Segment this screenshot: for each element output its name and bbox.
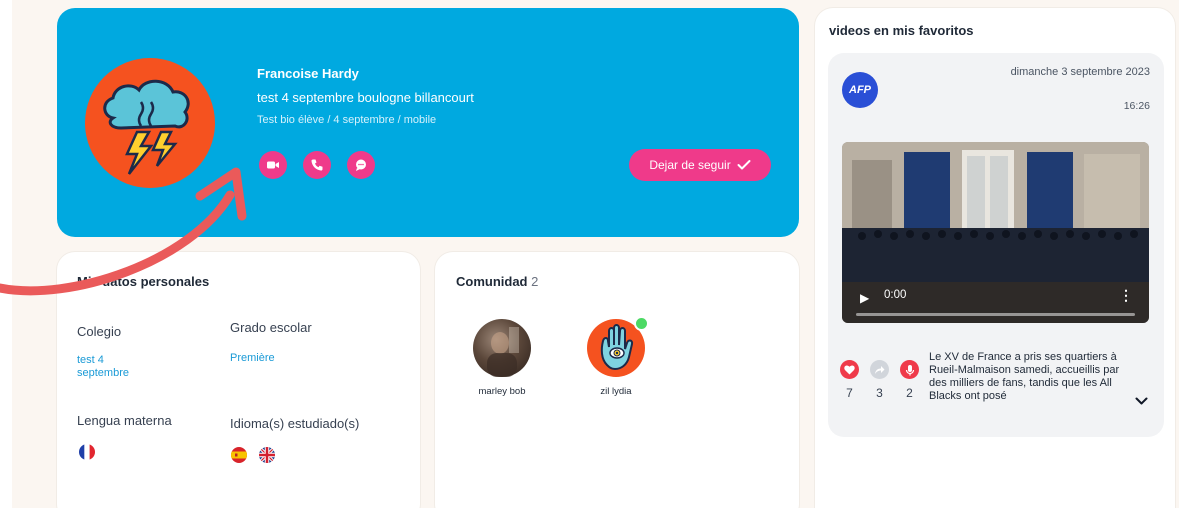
favorite-video-item: AFP dimanche 3 septembre 2023 16:26 ▶ 0:… (828, 53, 1164, 437)
grade-value: Première (230, 352, 275, 364)
phone-icon (311, 159, 323, 171)
community-count: 2 (531, 274, 539, 289)
chat-icon (356, 159, 366, 171)
play-icon[interactable]: ▶ (860, 291, 869, 305)
unfollow-button[interactable]: Dejar de seguir (629, 149, 771, 181)
personal-data-card: Mis datos personales Colegio test 4 sept… (57, 252, 420, 508)
afp-logo: AFP (842, 72, 878, 108)
french-flag-icon (79, 444, 95, 460)
school-value: test 4 septembre (77, 354, 129, 379)
like-count: 7 (846, 386, 853, 400)
video-progress-bar[interactable] (856, 313, 1135, 316)
more-options-icon[interactable]: ⋮ (1119, 287, 1133, 304)
profile-avatar (85, 58, 215, 188)
voice-count: 2 (906, 386, 913, 400)
storm-cloud-icon (103, 79, 190, 175)
reactions: 7 3 2 (840, 360, 919, 400)
heart-icon (840, 360, 859, 379)
video-date: dimanche 3 septembre 2023 (1010, 66, 1150, 78)
like-reaction[interactable]: 7 (840, 360, 859, 400)
member-name: zil lydia (600, 386, 632, 397)
community-card: Comunidad 2 marley bob zil lydia (435, 252, 799, 508)
share-icon (870, 360, 889, 379)
share-reaction[interactable]: 3 (870, 360, 889, 400)
video-current-time: 0:00 (884, 289, 907, 301)
member-name: marley bob (478, 386, 526, 397)
microphone-icon (900, 360, 919, 379)
personal-data-title: Mis datos personales (77, 274, 210, 289)
phone-call-button[interactable] (303, 151, 331, 179)
favorites-title: videos en mis favoritos (829, 23, 974, 38)
studied-languages-label: Idioma(s) estudiado(s) (230, 416, 360, 431)
profile-school-line: test 4 septembre boulogne billancourt (257, 90, 474, 105)
share-count: 3 (876, 386, 883, 400)
spanish-flag-icon (231, 447, 247, 463)
profile-name: Francoise Hardy (257, 66, 359, 81)
video-player[interactable]: ▶ 0:00 ⋮ (842, 142, 1149, 323)
favorites-card: videos en mis favoritos AFP dimanche 3 s… (815, 8, 1175, 508)
school-label: Colegio (77, 324, 122, 339)
unfollow-label: Dejar de seguir (649, 158, 731, 172)
profile-bio: Test bio élève / 4 septembre / mobile (257, 114, 437, 126)
chevron-down-icon[interactable] (1135, 397, 1148, 406)
video-call-button[interactable] (259, 151, 287, 179)
check-icon (737, 160, 751, 170)
community-title-text: Comunidad (456, 274, 528, 289)
member-avatar (587, 316, 649, 377)
mother-tongue-label: Lengua materna (77, 413, 172, 428)
left-margin-strip (0, 0, 12, 508)
video-controls: ▶ 0:00 ⋮ (842, 273, 1149, 323)
uk-flag-icon (259, 447, 275, 463)
voice-reaction[interactable]: 2 (900, 360, 919, 400)
grade-label: Grado escolar (230, 320, 312, 335)
chat-button[interactable] (347, 151, 375, 179)
profile-card: Francoise Hardy test 4 septembre boulogn… (57, 8, 799, 237)
member-avatar (473, 319, 531, 377)
member-photo (487, 327, 519, 377)
community-member[interactable]: marley bob (452, 319, 552, 397)
community-title: Comunidad 2 (456, 274, 538, 289)
video-call-icon (267, 161, 279, 169)
video-time: 16:26 (1123, 100, 1150, 112)
video-description: Le XV de France a pris ses quartiers à R… (929, 351, 1120, 402)
online-status-dot (634, 316, 649, 331)
community-member[interactable]: zil lydia (566, 316, 666, 397)
profile-actions (259, 151, 375, 179)
